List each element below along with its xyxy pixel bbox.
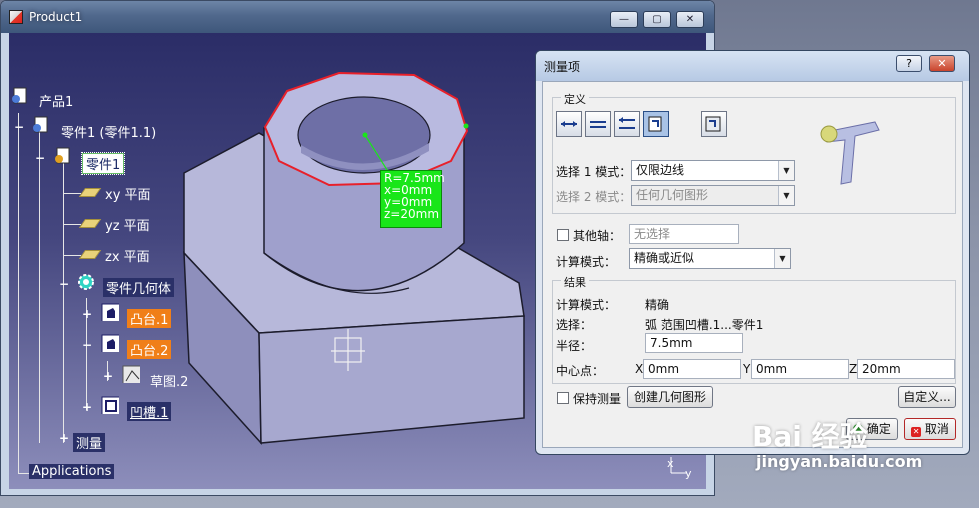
minimize-button[interactable]: — — [610, 11, 638, 28]
measure-item-dialog: 测量项 ? ✕ 定义 选择 1 模式： 仅限边线 ▼ 选择 2 模式： 任何几何… — [535, 50, 970, 455]
pad2-icon[interactable] — [101, 334, 119, 352]
tree-node-product[interactable]: 产品1 — [39, 91, 73, 110]
definition-label: 定义 — [561, 91, 589, 107]
tree-node-pad1[interactable]: 凸台.1 — [127, 309, 172, 328]
edge-point-marker — [463, 123, 469, 129]
measure-between-tool[interactable] — [556, 111, 582, 137]
tree-node-measure[interactable]: 测量 — [73, 433, 106, 452]
chevron-down-icon[interactable]: ▼ — [778, 161, 794, 180]
tree-node-pad2[interactable]: 凸台.2 — [127, 340, 172, 359]
product-icon[interactable] — [11, 87, 29, 105]
tree-collapse-part-instance[interactable]: − — [14, 121, 24, 133]
center-y-field[interactable]: 0mm — [751, 359, 849, 379]
other-axis-field[interactable]: 无选择 — [629, 224, 739, 244]
tree-node-yz-plane[interactable]: yz 平面 — [105, 215, 150, 234]
axis-label-x: x — [667, 457, 674, 470]
chevron-down-icon[interactable]: ▼ — [774, 249, 790, 268]
radius-field[interactable]: 7.5mm — [645, 333, 743, 353]
result-selection-value: 弧 范围凹槽.1...零件1 — [645, 318, 764, 332]
create-geometry-button[interactable]: 创建几何图形 — [627, 386, 713, 408]
baidu-url-watermark: jingyan.baidu.com — [756, 452, 923, 471]
ok-label: 确定 — [866, 422, 891, 436]
axis-label-y: y — [685, 467, 692, 480]
dialog-titlebar[interactable]: 测量项 ? ✕ — [536, 51, 969, 81]
cancel-button[interactable]: ✕ 取消 — [904, 418, 956, 440]
calc-mode-select[interactable]: 精确或近似 ▼ — [629, 248, 791, 269]
tree-node-applications[interactable]: Applications — [29, 464, 115, 479]
cancel-icon: ✕ — [911, 427, 922, 437]
calc-mode-label: 计算模式： — [556, 255, 617, 269]
tree-node-zx-plane[interactable]: zx 平面 — [105, 246, 150, 265]
measure-fan-tool[interactable] — [614, 111, 640, 137]
tree-line-part-instance — [39, 131, 40, 443]
selection2-mode-value: 任何几何图形 — [636, 188, 709, 202]
other-axis-label: 其他轴： — [573, 229, 622, 243]
keep-measure-label: 保持测量 — [573, 392, 622, 406]
tree-line-root — [18, 113, 19, 473]
center-z-label: Z — [849, 362, 858, 376]
close-button[interactable]: ✕ — [676, 11, 704, 28]
chevron-down-icon[interactable]: ▼ — [778, 186, 794, 205]
tree-expand-groove[interactable]: + — [82, 401, 92, 413]
tree-line-part — [63, 163, 64, 443]
tree-node-groove[interactable]: 凹槽.1 — [127, 402, 172, 421]
window-titlebar[interactable]: Product1 — ▢ ✕ — [1, 1, 714, 33]
center-z-field[interactable]: 20mm — [857, 359, 955, 379]
tree-expand-pad1[interactable]: + — [82, 308, 92, 320]
results-label: 结果 — [561, 274, 589, 290]
measure-inertia-tool[interactable] — [701, 111, 727, 137]
radius-label: 半径： — [556, 339, 593, 353]
tree-node-body[interactable]: 零件几何体 — [103, 278, 175, 297]
sketch-icon[interactable] — [122, 365, 140, 383]
tree-line-zx — [63, 255, 81, 256]
result-calc-mode-value: 精确 — [645, 298, 670, 312]
center-y-label: Y — [743, 362, 751, 376]
measure-chain-tool[interactable] — [585, 111, 611, 137]
catia-app-icon — [9, 10, 23, 24]
center-x-label: X — [635, 362, 644, 376]
tree-collapse-body[interactable]: − — [59, 278, 69, 290]
measure-item-tool[interactable] — [643, 111, 669, 137]
tree-line-xy — [63, 193, 81, 194]
center-x-field[interactable]: 0mm — [643, 359, 741, 379]
tree-node-part-instance[interactable]: 零件1 (零件1.1) — [61, 122, 156, 141]
keep-measure-checkbox[interactable] — [557, 392, 569, 404]
other-axis-checkbox[interactable] — [557, 229, 569, 241]
maximize-button[interactable]: ▢ — [643, 11, 671, 28]
cancel-label: 取消 — [924, 422, 949, 436]
tree-expand-sketch[interactable]: + — [103, 370, 113, 382]
groove-icon[interactable] — [101, 396, 119, 414]
selection1-mode-select[interactable]: 仅限边线 ▼ — [631, 160, 795, 181]
result-calc-mode-label: 计算模式： — [556, 298, 617, 312]
dialog-title: 测量项 — [544, 60, 581, 74]
selection1-mode-value: 仅限边线 — [636, 163, 685, 177]
block-front-face — [258, 315, 525, 444]
body-gear-icon[interactable] — [77, 273, 95, 291]
selection2-mode-select[interactable]: 任何几何图形 ▼ — [631, 185, 795, 206]
dialog-body: 定义 选择 1 模式： 仅限边线 ▼ 选择 2 模式： 任何几何图形 ▼ 其他轴… — [542, 81, 963, 448]
tree-node-xy-plane[interactable]: xy 平面 — [105, 184, 151, 203]
part-instance-icon[interactable] — [31, 116, 49, 134]
center-point-label: 中心点： — [556, 364, 605, 378]
baidu-logo-watermark: Bai 经验 — [752, 420, 868, 453]
tree-expand-measure[interactable]: + — [59, 432, 69, 444]
result-selection-label: 选择： — [556, 318, 593, 332]
dialog-close-button[interactable]: ✕ — [929, 55, 955, 72]
tree-node-sketch[interactable]: 草图.2 — [150, 371, 188, 390]
part-icon[interactable] — [53, 147, 71, 165]
annotation-z: z=20mm — [384, 207, 440, 221]
calc-mode-value: 精确或近似 — [634, 251, 695, 265]
customize-button[interactable]: 自定义... — [898, 386, 956, 408]
tree-collapse-pad2[interactable]: − — [82, 339, 92, 351]
dialog-help-button[interactable]: ? — [896, 55, 922, 72]
tree-line-yz — [63, 224, 81, 225]
tree-collapse-part[interactable]: − — [35, 152, 45, 164]
window-title: Product1 — [29, 10, 83, 24]
caliper-illustration-icon — [820, 121, 880, 185]
pad-icon[interactable] — [101, 303, 119, 321]
tree-node-part[interactable]: 零件1 — [80, 152, 126, 175]
selection2-mode-label: 选择 2 模式： — [556, 190, 632, 204]
selection1-mode-label: 选择 1 模式： — [556, 165, 632, 179]
measure-annotation[interactable]: R=7.5mm x=0mm y=0mm z=20mm — [380, 170, 445, 228]
